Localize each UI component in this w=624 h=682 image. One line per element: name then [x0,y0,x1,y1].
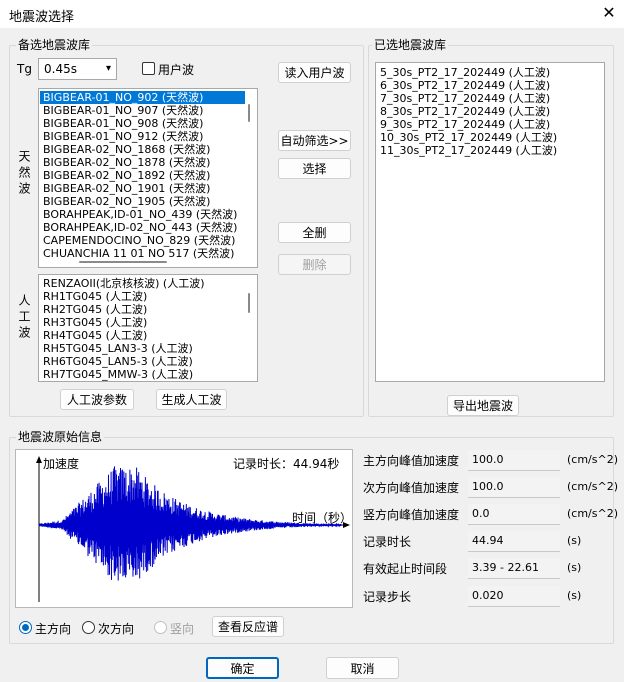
chevron-down-icon: ▾ [105,63,111,74]
artificial-wave-item[interactable]: RH1TG045 (人工波) [40,290,245,303]
selected-wave-item[interactable]: 9_30s_PT2_17_202449 (人工波) [377,118,602,131]
property-value-field[interactable]: 100.0 [468,450,560,471]
selected-wave-item[interactable]: 7_30s_PT2_17_202449 (人工波) [377,92,602,105]
artificial-wave-label-text: 人工波 [17,294,31,342]
chart-x-label: 时间（秒） [292,511,353,525]
artificial-wave-item[interactable]: RH2TG045 (人工波) [40,303,245,316]
property-unit: (cm/s^2) [567,507,618,520]
artificial-wave-item[interactable]: RENZAOII(北京核核波) (人工波) [40,277,245,290]
radio-secondary-direction[interactable] [82,621,95,634]
property-unit: (s) [567,561,582,574]
artificial-wave-label: 人工波 [17,294,31,342]
property-label: 记录时长 [363,535,412,549]
natural-wave-item[interactable]: BIGBEAR-01_NO_912 (天然波) [40,130,245,143]
property-unit: (cm/s^2) [567,453,618,466]
selected-wave-item[interactable]: 10_30s_PT2_17_202449 (人工波) [377,131,602,144]
original-info-label: 地震波原始信息 [16,430,105,444]
artificial-wave-list[interactable]: RENZAOII(北京核核波) (人工波) RH1TG045 (人工波) RH2TG… [38,274,258,382]
radio-vertical-direction[interactable] [154,621,167,634]
user-wave-checkbox-label: 用户波 [158,63,195,77]
property-label: 次方向峰值加速度 [363,481,460,495]
property-label: 主方向峰值加速度 [363,454,460,468]
natural-wave-item[interactable]: BIGBEAR-01_NO_907 (天然波) [40,104,245,117]
clear-all-button[interactable]: 全删 [278,222,351,243]
artificial-wave-item[interactable]: RH6TG045_LAN5-3 (人工波) [40,355,245,368]
ok-button[interactable]: 确定 [206,657,279,679]
property-value-field[interactable]: 100.0 [468,477,560,498]
artificial-list-vscroll[interactable] [248,293,250,313]
natural-wave-item[interactable]: BORAHPEAK,ID-01_NO_439 (天然波) [40,208,245,221]
selected-wave-list[interactable]: 5_30s_PT2_17_202449 (人工波) 6_30s_PT2_17_20… [375,62,605,382]
title-bar [0,0,624,28]
generate-artificial-button[interactable]: 生成人工波 [156,389,227,410]
natural-wave-item[interactable]: BIGBEAR-02_NO_1878 (天然波) [40,156,245,169]
natural-list-hscroll[interactable] [79,261,167,263]
selected-wave-item[interactable]: 5_30s_PT2_17_202449 (人工波) [377,66,602,79]
natural-wave-label: 天然波 [17,150,31,198]
chart-duration-label: 记录时长：44.94秒 [233,457,340,471]
property-unit: (s) [567,534,582,547]
auto-filter-button[interactable]: 自动筛选>> [278,130,351,151]
natural-wave-item[interactable]: BORAHPEAK,ID-02_NO_443 (天然波) [40,221,245,234]
natural-wave-item[interactable]: BIGBEAR-02_NO_1892 (天然波) [40,169,245,182]
property-label: 记录步长 [363,590,412,604]
waveform-chart: 加速度 记录时长：44.94秒 时间（秒） [15,449,353,608]
natural-list-vscroll[interactable] [248,104,250,122]
radio-main-direction-label: 主方向 [35,622,72,636]
candidate-library-label: 备选地震波库 [16,38,93,52]
waveform-svg [36,456,350,602]
artificial-params-button[interactable]: 人工波参数 [60,389,134,410]
cancel-button[interactable]: 取消 [326,657,399,679]
natural-wave-item[interactable]: BIGBEAR-02_NO_1868 (天然波) [40,143,245,156]
property-value-field[interactable]: 44.94 [468,531,560,552]
natural-wave-list[interactable]: BIGBEAR-01_NO_902 (天然波) BIGBEAR-01_NO_907… [38,88,258,268]
selected-wave-item[interactable]: 6_30s_PT2_17_202449 (人工波) [377,79,602,92]
view-response-spectrum-button[interactable]: 查看反应谱 [212,616,284,637]
radio-main-direction[interactable] [19,621,32,634]
property-value-field[interactable]: 0.020 [468,586,560,607]
property-value-field[interactable]: 0.0 [468,504,560,525]
radio-vertical-direction-label: 竖向 [170,622,195,636]
read-user-wave-button[interactable]: 读入用户波 [278,62,351,83]
tg-combo[interactable]: 0.45s ▾ [38,58,117,80]
y-axis-arrow [36,456,42,463]
natural-wave-item[interactable]: BIGBEAR-02_NO_1901 (天然波) [40,182,245,195]
radio-secondary-direction-label: 次方向 [98,622,135,636]
artificial-wave-item[interactable]: RH3TG045 (人工波) [40,316,245,329]
select-button[interactable]: 选择 [278,158,351,179]
natural-wave-item[interactable]: CAPEMENDOCINO_NO_829 (天然波) [40,234,245,247]
artificial-wave-item[interactable]: RH7TG045_MMW-3 (人工波) [40,368,245,381]
chart-y-label: 加速度 [43,457,80,471]
delete-button[interactable]: 删除 [278,254,351,275]
natural-wave-item[interactable]: BIGBEAR-02_NO_1905 (天然波) [40,195,245,208]
property-unit: (cm/s^2) [567,480,618,493]
export-wave-button[interactable]: 导出地震波 [447,395,519,416]
selected-library-label: 已选地震波库 [372,38,449,52]
property-label: 有效起止时间段 [363,562,448,576]
artificial-wave-item[interactable]: RH5TG045_LAN3-3 (人工波) [40,342,245,355]
tg-value: 0.45s [44,62,77,76]
user-wave-checkbox[interactable] [142,62,155,75]
tg-label: Tg [17,62,32,76]
window-title: 地震波选择 [9,10,75,25]
close-icon[interactable]: ✕ [598,2,620,24]
artificial-wave-item[interactable]: RH4TG045 (人工波) [40,329,245,342]
natural-wave-item[interactable]: CHUANCHIA 11 01 NO 517 (天然波) [40,247,245,260]
property-label: 竖方向峰值加速度 [363,508,460,522]
natural-wave-label-text: 天然波 [17,150,31,198]
selected-wave-item[interactable]: 8_30s_PT2_17_202449 (人工波) [377,105,602,118]
natural-wave-item[interactable]: BIGBEAR-01_NO_908 (天然波) [40,117,245,130]
selected-wave-item[interactable]: 11_30s_PT2_17_202449 (人工波) [377,144,602,157]
property-value-field[interactable]: 3.39 - 22.61 [468,558,560,579]
natural-wave-item[interactable]: BIGBEAR-01_NO_902 (天然波) [40,91,245,104]
property-unit: (s) [567,589,582,602]
